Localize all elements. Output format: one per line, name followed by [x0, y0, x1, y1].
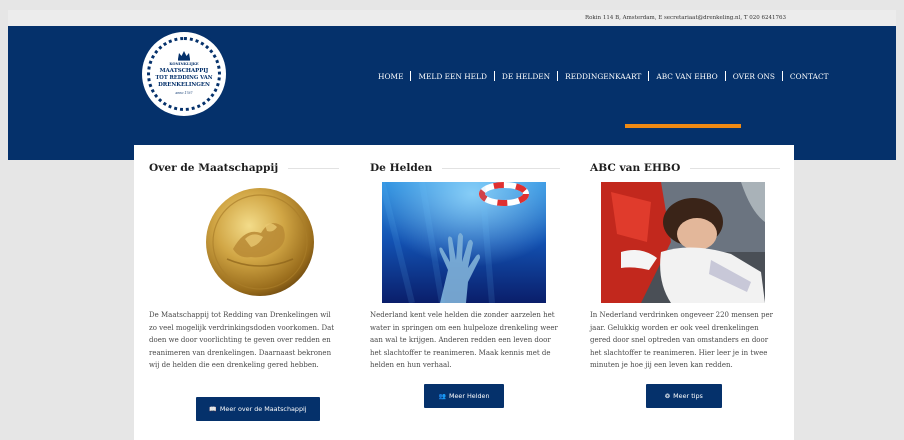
column-title: Over de Maatschappij — [149, 162, 279, 174]
nav-divider — [493, 71, 495, 81]
nav-over-ons[interactable]: OVER ONS — [733, 72, 775, 81]
column-title: De Helden — [370, 162, 433, 174]
logo-text-line3: TOT REDDING VAN — [155, 75, 213, 81]
nav-divider — [410, 71, 412, 81]
title-divider — [442, 167, 560, 169]
users-icon: 👥 — [438, 392, 446, 400]
nav-abc-van-ehbo[interactable]: ABC VAN EHBO — [656, 72, 717, 81]
site-logo[interactable]: KONINKLIJKE MAATSCHAPPIJ TOT REDDING VAN… — [140, 30, 228, 118]
nav-divider — [648, 71, 650, 81]
meer-helden-button[interactable]: 👥 Meer Helden — [424, 384, 504, 408]
column-description: Nederland kent vele helden die zonder aa… — [370, 311, 558, 370]
top-contact-bar: Rokin 114 B, Amsterdam, E secretariaat@d… — [8, 10, 896, 26]
gold-medal-image — [205, 187, 315, 297]
nav-divider — [781, 71, 783, 81]
book-icon: 📖 — [209, 405, 217, 413]
content-panel: Over de Maatschappij De Maatschappij tot… — [134, 145, 794, 440]
meer-tips-button[interactable]: ❂ Meer tips — [646, 384, 722, 408]
nav-active-indicator — [625, 124, 741, 128]
logo-text-line4: DRENKELINGEN — [158, 82, 210, 88]
main-nav: HOME MELD EEN HELD DE HELDEN REDDINGENKA… — [378, 70, 829, 82]
nav-home[interactable]: HOME — [378, 72, 403, 81]
title-divider — [690, 167, 780, 169]
logo-text-line5: anno 1767 — [175, 91, 193, 95]
column-description: In Nederland verdrinken ongeveer 220 men… — [590, 311, 773, 370]
nav-de-helden[interactable]: DE HELDEN — [502, 72, 550, 81]
nav-reddingenkaart[interactable]: REDDINGENKAART — [565, 72, 641, 81]
logo-text-line2: MAATSCHAPPIJ — [159, 68, 209, 74]
contact-line: Rokin 114 B, Amsterdam, E secretariaat@d… — [584, 15, 786, 21]
button-label: Meer tips — [673, 392, 703, 400]
title-divider — [288, 167, 339, 169]
nav-contact[interactable]: CONTACT — [790, 72, 829, 81]
nav-meld-een-held[interactable]: MELD EEN HELD — [418, 72, 486, 81]
nav-divider — [724, 71, 726, 81]
nav-divider — [557, 71, 559, 81]
lifebuoy-icon: ❂ — [665, 392, 671, 400]
button-label: Meer over de Maatschappij — [219, 405, 307, 413]
column-description: De Maatschappij tot Redding van Drenkeli… — [149, 311, 335, 370]
first-aid-image — [601, 182, 765, 303]
button-label: Meer Helden — [448, 392, 490, 400]
meer-over-de-maatschappij-button[interactable]: 📖 Meer over de Maatschappij — [196, 397, 320, 421]
logo-text-line1: KONINKLIJKE — [169, 62, 199, 66]
column-title: ABC van EHBO — [590, 162, 681, 174]
drowning-hand-image — [382, 182, 546, 303]
